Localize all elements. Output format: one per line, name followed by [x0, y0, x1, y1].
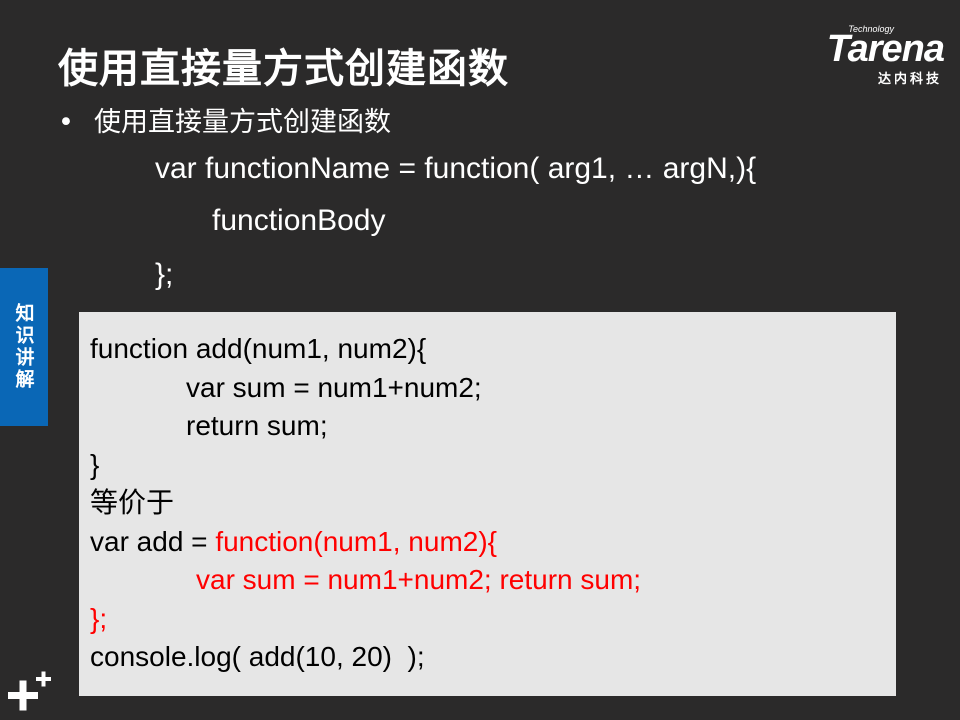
code-line-4: }: [90, 448, 100, 480]
code-line-6-highlight: function(num1, num2){: [215, 525, 498, 557]
code-example-box: function add(num1, num2){ var sum = num1…: [79, 312, 896, 696]
side-tab-knowledge: 知识讲解: [0, 268, 48, 426]
code-line-2: var sum = num1+num2;: [186, 371, 482, 403]
syntax-line-declaration: var functionName = function( arg1, … arg…: [155, 152, 757, 185]
code-line-6: var add = function(num1, num2){: [90, 523, 896, 562]
syntax-line-body: functionBody: [212, 204, 386, 237]
code-line-6-prefix: var add =: [90, 525, 216, 557]
code-line-9: console.log( add(10, 20) );: [90, 641, 425, 672]
logo-wordmark: Tarena: [826, 28, 945, 70]
side-tab-label: 知识讲解: [12, 303, 35, 391]
code-line-8: };: [90, 602, 108, 634]
bullet-marker: •: [58, 107, 74, 138]
bullet-text: 使用直接量方式创建函数: [94, 107, 391, 138]
logo-chinese-text: 达内科技: [877, 72, 942, 87]
code-line-5: 等价于: [90, 487, 175, 518]
bullet-item: • 使用直接量方式创建函数: [58, 100, 391, 139]
code-line-1: function add(num1, num2){: [90, 333, 427, 364]
code-line-7: var sum = num1+num2; return sum;: [196, 564, 642, 595]
tarena-logo: Technology Tarena 达内科技: [780, 22, 945, 87]
plus-icon: [8, 671, 51, 711]
code-line-3: return sum;: [186, 410, 328, 441]
syntax-line-close: };: [155, 258, 174, 291]
slide-title: 使用直接量方式创建函数: [58, 46, 509, 92]
